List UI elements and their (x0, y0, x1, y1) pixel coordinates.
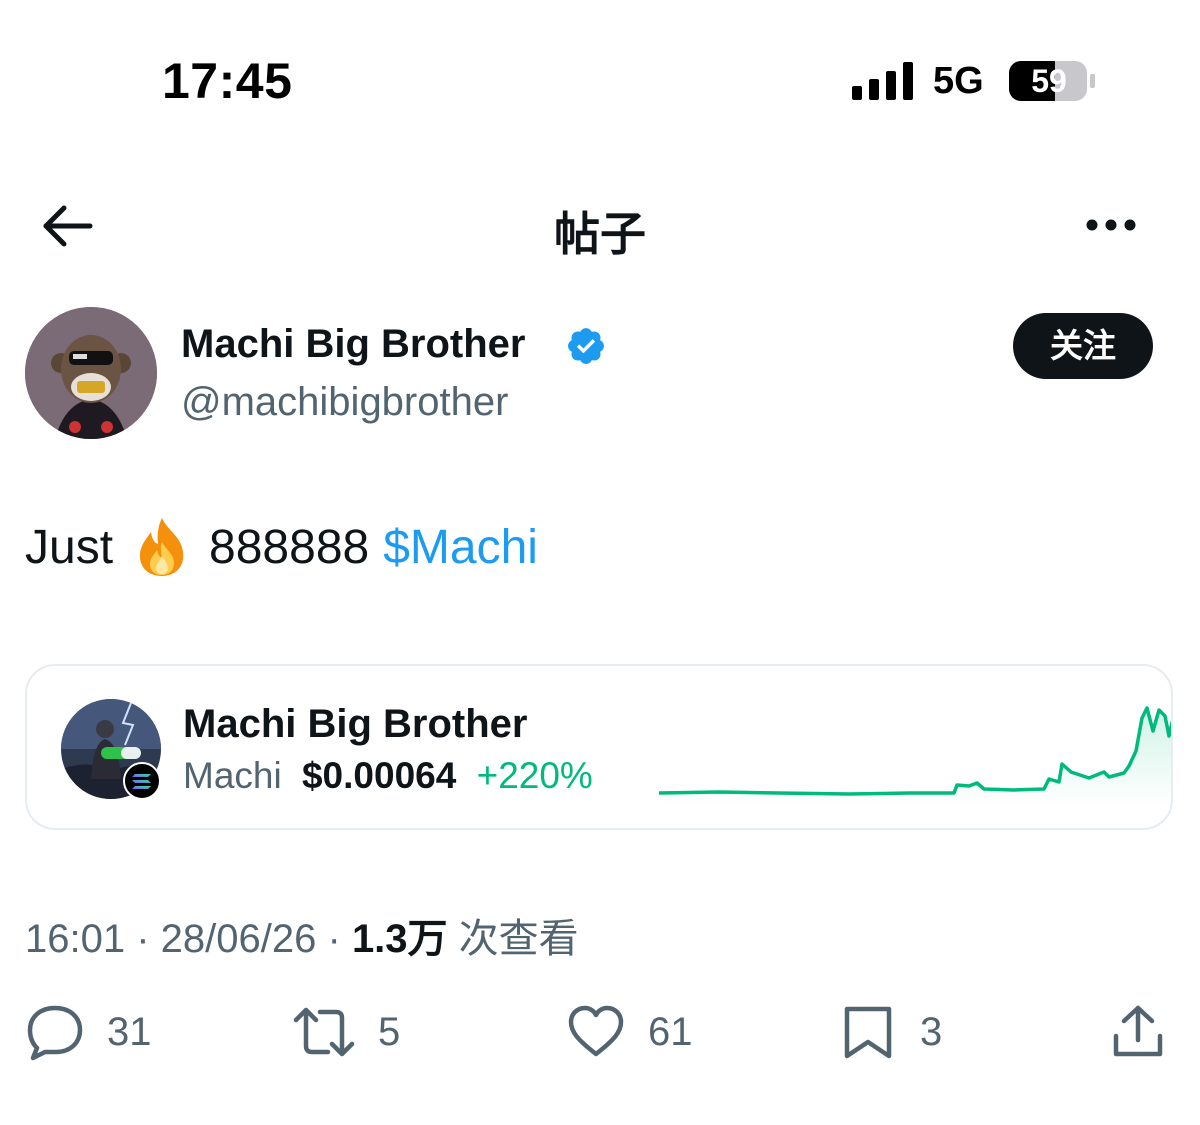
reply-icon (27, 1005, 83, 1061)
token-sparkline (659, 706, 1171, 806)
token-price: $0.00064 (301, 755, 457, 796)
heart-icon (568, 1005, 624, 1057)
reply-button[interactable]: 31 (25, 1002, 152, 1062)
more-horizontal-icon (1086, 219, 1136, 231)
tweet-text: Just 888888 $Machi (25, 516, 538, 578)
repost-count: 5 (378, 1009, 401, 1054)
view-label: 次查看 (458, 917, 579, 961)
status-time: 17:45 (162, 53, 293, 109)
fire-emoji-icon (139, 518, 184, 576)
tweet-time[interactable]: 16:01 (25, 917, 125, 961)
token-change: +220% (476, 755, 593, 796)
page-title: 帖子 (554, 208, 646, 260)
tweet-text-number: 888888 (209, 520, 370, 574)
signal-icon (852, 62, 913, 100)
share-icon (1113, 1005, 1163, 1057)
repost-button[interactable]: 5 (292, 1002, 400, 1062)
reply-count: 31 (107, 1009, 152, 1054)
tweet-text-prefix: Just (25, 520, 114, 574)
like-button[interactable]: 61 (566, 1002, 693, 1062)
view-count: 1.3万 (351, 917, 448, 961)
meta-separator: · (136, 917, 161, 961)
arrow-left-icon (43, 205, 93, 247)
repost-icon (293, 1007, 355, 1057)
tweet-date[interactable]: 28/06/26 (161, 917, 317, 961)
bookmark-icon (844, 1006, 892, 1059)
battery-level: 59 (1031, 63, 1067, 99)
solana-icon (123, 762, 161, 800)
author-handle[interactable]: @machibigbrother (181, 380, 508, 425)
token-card[interactable]: Machi Big Brother Machi $0.00064 +220% (25, 664, 1173, 830)
tweet-meta: 16:01 · 28/06/26 · 1.3万 次查看 (25, 906, 579, 964)
token-name: Machi Big Brother (183, 702, 528, 746)
token-symbol: Machi (183, 755, 282, 796)
verified-badge-icon (568, 328, 604, 364)
network-type: 5G (933, 60, 984, 102)
author-display-name[interactable]: Machi Big Brother (181, 322, 525, 367)
share-button[interactable] (1108, 1002, 1168, 1062)
more-button[interactable] (1080, 210, 1144, 240)
author-avatar[interactable] (25, 307, 157, 439)
battery-icon: 59 (1008, 60, 1098, 102)
bookmark-button[interactable]: 3 (838, 1002, 942, 1062)
follow-button[interactable]: 关注 (1013, 313, 1153, 379)
meta-separator: · (327, 917, 352, 961)
like-count: 61 (648, 1009, 693, 1054)
cashtag-link[interactable]: $Machi (383, 520, 538, 575)
back-button[interactable] (38, 200, 98, 252)
bookmark-count: 3 (920, 1009, 943, 1054)
token-price-row: Machi $0.00064 +220% (183, 755, 593, 797)
